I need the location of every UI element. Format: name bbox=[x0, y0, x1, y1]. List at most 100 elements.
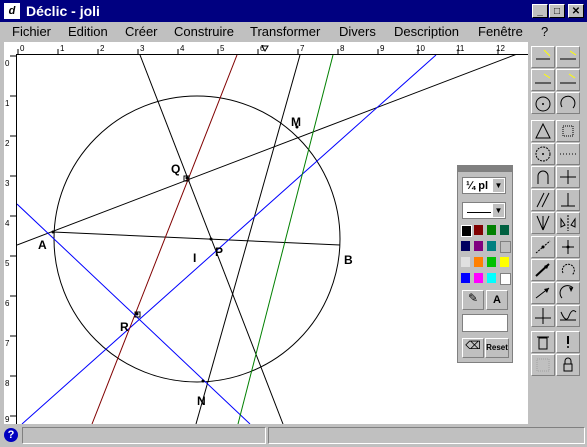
menu-transformer[interactable]: Transformer bbox=[250, 24, 320, 40]
drawing-canvas[interactable]: A B I P M Q R N ¼ pl ▼ ▼ ✎ A ⌫ Reset bbox=[17, 55, 528, 424]
ruler-left-label: 0 bbox=[5, 59, 10, 68]
line-style-preview bbox=[467, 212, 491, 213]
chevron-down-icon[interactable]: ▼ bbox=[493, 204, 504, 217]
menu-description[interactable]: Description bbox=[394, 24, 459, 40]
measure-tool[interactable] bbox=[556, 236, 580, 258]
color-swatch[interactable] bbox=[461, 241, 470, 251]
rotation-tool[interactable] bbox=[556, 259, 580, 281]
palette-grip[interactable] bbox=[458, 166, 512, 172]
circle-tool[interactable] bbox=[531, 92, 555, 114]
menu-fenetre[interactable]: Fenêtre bbox=[478, 24, 523, 40]
info-icon[interactable] bbox=[556, 331, 580, 353]
ruler-left-label: 7 bbox=[5, 339, 10, 348]
close-button[interactable]: ✕ bbox=[568, 4, 584, 18]
trash-icon[interactable] bbox=[531, 331, 555, 353]
intersection-tool[interactable] bbox=[531, 166, 555, 188]
line-width-select[interactable]: ¼ pl ▼ bbox=[462, 177, 506, 194]
vector-tool[interactable] bbox=[531, 259, 555, 281]
line-style-select[interactable]: ▼ bbox=[462, 202, 506, 219]
help-icon[interactable]: ? bbox=[4, 428, 18, 442]
translate-tool[interactable] bbox=[531, 282, 555, 304]
green-line bbox=[237, 55, 334, 424]
ruler-top-label: 5 bbox=[220, 44, 225, 53]
menu-creer[interactable]: Créer bbox=[125, 24, 158, 40]
eraser-icon[interactable]: ⌫ bbox=[462, 338, 484, 358]
maximize-button[interactable]: □ bbox=[549, 4, 565, 18]
pen-icon[interactable]: ✎ bbox=[462, 290, 484, 310]
symmetry-tool[interactable] bbox=[556, 212, 580, 234]
ruler-left-label: 8 bbox=[5, 379, 10, 388]
color-swatch[interactable] bbox=[474, 225, 483, 235]
point-n bbox=[201, 379, 205, 383]
menu-edition[interactable]: Edition bbox=[68, 24, 108, 40]
minimize-button[interactable]: _ bbox=[532, 4, 548, 18]
color-swatch[interactable] bbox=[474, 273, 483, 283]
segment-alt-tool[interactable] bbox=[556, 69, 580, 91]
color-swatch[interactable] bbox=[487, 273, 496, 283]
declic-app-icon[interactable]: d bbox=[4, 3, 20, 19]
point-p bbox=[209, 237, 213, 241]
color-swatch[interactable] bbox=[487, 241, 496, 251]
midpoint-tool[interactable] bbox=[531, 236, 555, 258]
menu-divers[interactable]: Divers bbox=[339, 24, 376, 40]
grid-dots-tool[interactable] bbox=[531, 354, 555, 376]
color-swatch[interactable] bbox=[500, 273, 511, 285]
label-r: R bbox=[120, 320, 129, 334]
ruler-top-label: 11 bbox=[456, 44, 465, 53]
bisector-tool[interactable] bbox=[531, 212, 555, 234]
rotate-points-tool[interactable] bbox=[556, 282, 580, 304]
menu-fichier[interactable]: Fichier bbox=[12, 24, 51, 40]
tools-toolbar bbox=[530, 44, 584, 424]
segment-AB bbox=[52, 231, 341, 246]
label-q: Q bbox=[171, 162, 180, 176]
parallel-lines-tool[interactable] bbox=[531, 69, 555, 91]
segment-tool[interactable] bbox=[556, 46, 580, 68]
color-swatch[interactable] bbox=[461, 273, 470, 283]
perpendicular-tool[interactable] bbox=[556, 166, 580, 188]
graph-tool[interactable] bbox=[556, 305, 580, 327]
axis-tool[interactable] bbox=[531, 305, 555, 327]
status-field-left bbox=[22, 427, 266, 444]
point-a bbox=[51, 230, 55, 234]
ruler-top-label: 6 bbox=[260, 44, 265, 53]
ruler-left-label: 1 bbox=[5, 99, 10, 108]
style-palette: ¼ pl ▼ ▼ ✎ A ⌫ Reset bbox=[457, 165, 513, 363]
line-width-value: ¼ pl bbox=[466, 180, 489, 192]
ruler-top-label: 12 bbox=[496, 44, 505, 53]
label-a: A bbox=[38, 238, 47, 252]
text-style-icon[interactable]: A bbox=[486, 290, 508, 310]
line-tool[interactable] bbox=[531, 46, 555, 68]
lock-icon[interactable] bbox=[556, 354, 580, 376]
ruler-top-label: 9 bbox=[380, 44, 385, 53]
label-n: N bbox=[197, 394, 206, 408]
point-q bbox=[185, 176, 189, 180]
dotted-line-tool[interactable] bbox=[556, 143, 580, 165]
center-point-tool[interactable] bbox=[531, 143, 555, 165]
geometry-figure: A B I P M Q R N bbox=[17, 55, 516, 424]
grid-tool[interactable] bbox=[556, 120, 580, 142]
menu-construire[interactable]: Construire bbox=[174, 24, 234, 40]
color-swatch[interactable] bbox=[474, 257, 483, 267]
horizontal-ruler[interactable]: 0 1 2 3 4 5 6 7 8 9 10 11 12 bbox=[4, 42, 528, 55]
status-field-right bbox=[268, 427, 585, 444]
color-swatch-black[interactable] bbox=[461, 225, 472, 237]
color-swatch[interactable] bbox=[500, 257, 509, 267]
parallel-tool[interactable] bbox=[531, 189, 555, 211]
triangle-tool[interactable] bbox=[531, 120, 555, 142]
color-swatch[interactable] bbox=[500, 241, 511, 253]
reset-button[interactable]: Reset bbox=[485, 338, 509, 358]
vertical-ruler[interactable]: 0 1 2 3 4 5 6 7 8 9 bbox=[4, 54, 17, 424]
color-swatch[interactable] bbox=[500, 225, 509, 235]
color-swatch[interactable] bbox=[474, 241, 483, 251]
menu-help[interactable]: ? bbox=[541, 24, 548, 40]
ruler-top-label: 1 bbox=[60, 44, 65, 53]
menu-bar: Fichier Edition Créer Construire Transfo… bbox=[0, 22, 587, 42]
arc-tool[interactable] bbox=[556, 92, 580, 114]
color-swatch[interactable] bbox=[461, 257, 470, 267]
ruler-top-label: 7 bbox=[300, 44, 305, 53]
chevron-down-icon[interactable]: ▼ bbox=[493, 179, 504, 192]
label-b: B bbox=[344, 253, 353, 267]
color-swatch[interactable] bbox=[487, 225, 496, 235]
perpendicular-alt-tool[interactable] bbox=[556, 189, 580, 211]
color-swatch[interactable] bbox=[487, 257, 496, 267]
